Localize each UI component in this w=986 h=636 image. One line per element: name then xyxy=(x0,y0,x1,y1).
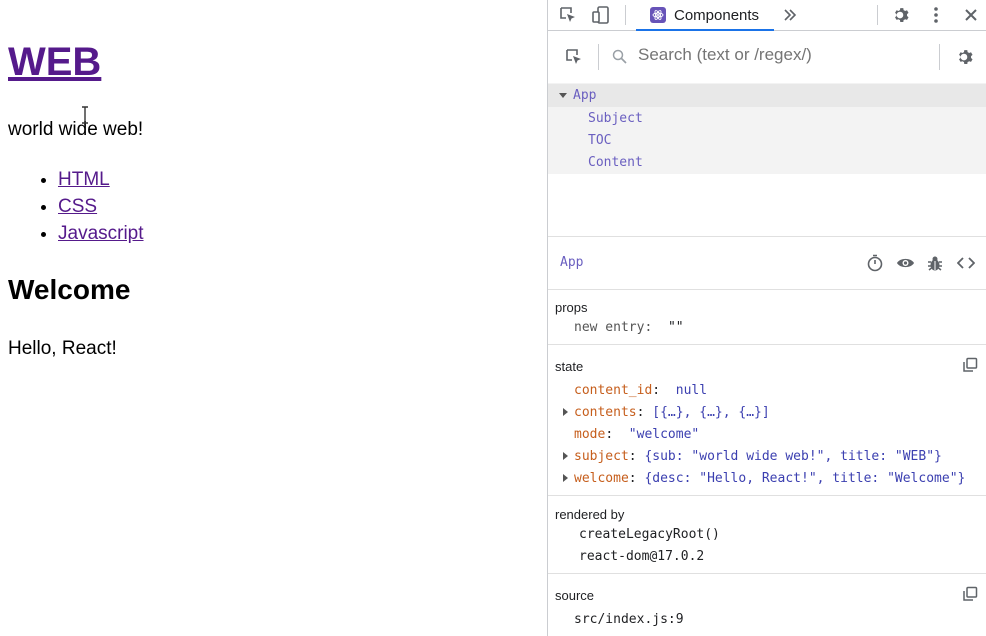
expand-triangle-icon[interactable] xyxy=(563,473,568,482)
state-section: state content_id: null contents: [{…}, {… xyxy=(548,345,986,496)
title-link[interactable]: WEB xyxy=(8,40,101,84)
text-cursor-icon xyxy=(82,106,88,124)
props-title: props xyxy=(555,300,588,315)
source-title: source xyxy=(555,588,595,603)
source-location[interactable]: src/index.js:9 xyxy=(574,609,684,631)
tab-label: Components xyxy=(674,6,760,24)
tree-item-toc[interactable]: TOC xyxy=(548,129,986,152)
copy-icon[interactable] xyxy=(962,586,978,602)
toc-item: CSS xyxy=(58,193,144,220)
view-source-icon[interactable] xyxy=(955,253,977,273)
search-icon xyxy=(611,48,627,64)
expand-triangle-icon[interactable] xyxy=(559,93,567,98)
devtools-panel: Components App xyxy=(547,0,986,636)
state-row[interactable]: mode: "welcome" xyxy=(574,424,699,446)
eye-icon[interactable] xyxy=(895,253,915,273)
bug-icon[interactable] xyxy=(925,253,945,273)
component-settings-gear-icon[interactable] xyxy=(954,46,976,68)
component-tree: App Subject TOC Content xyxy=(548,83,986,174)
tree-item-app[interactable]: App xyxy=(548,84,986,107)
expand-triangle-icon[interactable] xyxy=(563,451,568,460)
toc-item: HTML xyxy=(58,166,144,193)
rendered-by-item: react-dom@17.0.2 xyxy=(579,549,705,564)
toc-link-css[interactable]: CSS xyxy=(58,196,97,217)
kebab-menu-icon[interactable] xyxy=(926,4,946,26)
rendered-by-section: rendered by createLegacyRoot() react-dom… xyxy=(548,496,986,574)
tab-components[interactable]: Components xyxy=(636,0,774,31)
inspect-element-icon[interactable] xyxy=(558,5,578,25)
expand-triangle-icon[interactable] xyxy=(563,407,568,416)
toc-link-html[interactable]: HTML xyxy=(58,169,110,190)
rendered-by-title: rendered by xyxy=(555,507,625,522)
props-new-entry[interactable]: new entry: "" xyxy=(574,317,684,339)
state-row[interactable]: contents: [{…}, {…}, {…}] xyxy=(563,402,770,424)
source-section: source src/index.js:9 xyxy=(548,574,986,636)
web-page: WEB world wide web! HTML CSS Javascript … xyxy=(0,0,547,636)
select-component-icon[interactable] xyxy=(564,47,584,67)
tree-item-subject[interactable]: Subject xyxy=(548,107,986,130)
content-title: Welcome xyxy=(8,274,131,305)
tabbar-separator xyxy=(877,5,878,25)
more-tabs-chevron-icon[interactable] xyxy=(780,5,800,25)
inspected-element-header: App xyxy=(548,237,986,290)
copy-icon[interactable] xyxy=(962,357,978,373)
state-row[interactable]: subject: {sub: "world wide web!", title:… xyxy=(563,446,942,468)
devtools-tabbar: Components xyxy=(548,0,986,31)
tree-empty-space xyxy=(548,174,986,237)
settings-gear-icon[interactable] xyxy=(890,4,912,26)
toc-link-javascript[interactable]: Javascript xyxy=(58,223,144,244)
toc-list: HTML CSS Javascript xyxy=(0,166,144,247)
state-row[interactable]: content_id: null xyxy=(574,380,707,402)
device-toggle-icon[interactable] xyxy=(591,5,611,25)
close-icon[interactable] xyxy=(960,4,982,26)
content-desc: Hello, React! xyxy=(8,338,117,359)
state-row[interactable]: welcome: {desc: "Hello, React!", title: … xyxy=(563,468,965,490)
react-logo-icon xyxy=(650,7,666,23)
tree-item-content[interactable]: Content xyxy=(548,151,986,174)
search-separator xyxy=(598,44,599,70)
selected-component-name: App xyxy=(560,255,584,270)
page-title: WEB xyxy=(8,38,101,86)
rendered-by-item[interactable]: createLegacyRoot() xyxy=(579,524,720,546)
tabbar-separator xyxy=(625,5,626,25)
component-search-bar xyxy=(548,31,986,83)
stopwatch-icon[interactable] xyxy=(865,253,885,273)
search-separator xyxy=(939,44,940,70)
props-section: props new entry: "" xyxy=(548,290,986,345)
search-input[interactable] xyxy=(638,45,918,65)
toc-item: Javascript xyxy=(58,220,144,247)
state-title: state xyxy=(555,359,584,374)
tagline: world wide web! xyxy=(8,119,144,140)
